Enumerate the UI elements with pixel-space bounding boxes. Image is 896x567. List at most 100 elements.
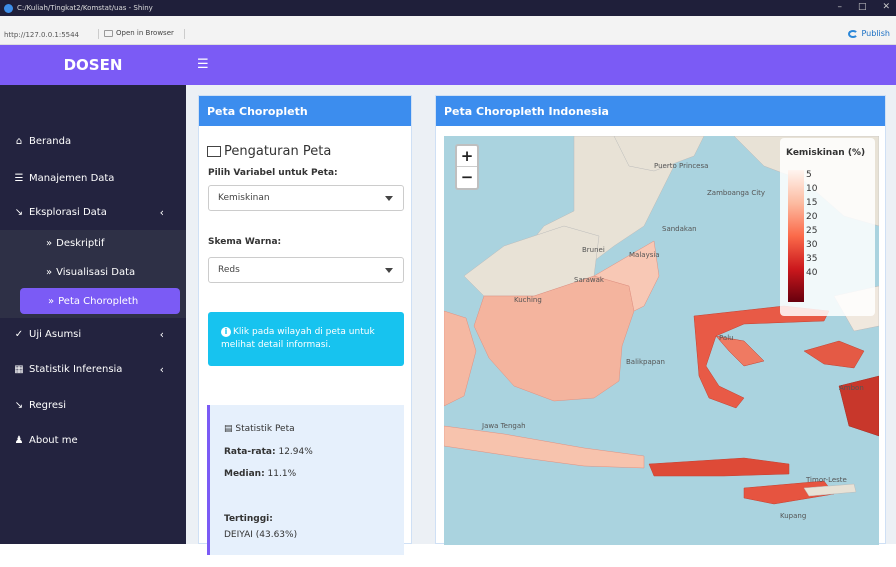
stats-max-label-text: Tertinggi: (224, 514, 273, 524)
publish-icon (848, 29, 859, 38)
stats-mean-value: 12.94% (278, 447, 313, 457)
stats-median-value: 11.1% (267, 469, 297, 479)
map-label: Ambon (839, 384, 864, 392)
sidebar-item-statistik-inferensia[interactable]: ▦ Statistik Inferensia ‹ (0, 355, 186, 383)
color-scheme-select-value: Reds (218, 265, 240, 275)
settings-panel-header: Peta Choropleth (199, 96, 411, 126)
toolbar-divider (98, 29, 99, 39)
double-chevron-right-icon: » (48, 295, 55, 307)
legend-gradient (788, 170, 804, 302)
map-label: Sarawak (574, 276, 604, 284)
info-alert: i Klik pada wilayah di peta untuk melihat… (208, 312, 404, 366)
sidebar-item-label: About me (29, 434, 78, 446)
map-panel: Peta Choropleth Indonesia Puerto Princes… (435, 95, 886, 545)
legend-title: Kemiskinan (%) (786, 148, 866, 158)
stats-mean: Rata-rata: 12.94% (224, 447, 313, 457)
legend-tick: 20 (806, 212, 818, 222)
variable-select[interactable]: Kemiskinan (208, 185, 404, 211)
sidebar-subitem-deskriptif[interactable]: » Deskriptif (0, 230, 186, 256)
choropleth-map[interactable]: Puerto Princesa Zamboanga City Sandakan … (444, 136, 879, 545)
map-label: Jawa Tengah (482, 422, 526, 430)
chart-line-icon: ↘ (14, 399, 24, 411)
legend-tick: 35 (806, 254, 818, 264)
map-statistics-box: ▤ Statistik Peta Rata-rata: 12.94% Media… (207, 405, 404, 555)
brand-logo[interactable]: DOSEN (0, 45, 186, 85)
person-icon: ♟ (14, 434, 24, 446)
sidebar: ⌂ Beranda ☰ Manajemen Data ↘ Eksplorasi … (0, 85, 186, 544)
region-maluku[interactable] (803, 340, 865, 369)
sidebar-item-eksplorasi-data[interactable]: ↘ Eksplorasi Data ‹ (0, 198, 186, 226)
map-label: Puerto Princesa (654, 162, 709, 170)
stats-median-label: Median: (224, 469, 265, 479)
sidebar-subitem-peta-choropleth[interactable]: » Peta Choropleth (20, 288, 180, 314)
settings-title: Pengaturan Peta (207, 144, 331, 159)
home-icon: ⌂ (15, 135, 23, 147)
stats-title-text: Statistik Peta (235, 424, 295, 434)
map-label: Brunei (582, 246, 605, 254)
app-header: ☰ (186, 45, 896, 85)
sidebar-item-about-me[interactable]: ♟ About me (0, 426, 186, 454)
region-sulawesi[interactable] (693, 305, 830, 409)
settings-panel: Peta Choropleth Pengaturan Peta Pilih Va… (198, 95, 412, 555)
map-icon (207, 146, 221, 157)
sidebar-subitem-label: Peta Choropleth (58, 295, 139, 307)
sidebar-item-regresi[interactable]: ↘ Regresi (0, 391, 186, 419)
info-text: Klik pada wilayah di peta untuk melihat … (221, 327, 375, 350)
close-icon[interactable]: ✕ (882, 2, 890, 12)
sidebar-item-beranda[interactable]: ⌂ Beranda (0, 127, 186, 155)
browser-icon (104, 29, 113, 37)
chevron-left-icon: ‹ (159, 327, 164, 341)
legend-tick: 40 (806, 268, 818, 278)
window-controls: – □ ✕ (837, 2, 890, 12)
open-in-browser-label: Open in Browser (116, 29, 174, 37)
maximize-icon[interactable]: □ (858, 2, 867, 12)
publish-button[interactable]: Publish (848, 29, 890, 38)
map-label: Timor-Leste (806, 476, 847, 484)
chevron-left-icon: ‹ (159, 362, 164, 376)
stats-max-value: DEIYAI (43.63%) (224, 530, 298, 540)
hamburger-menu-icon[interactable]: ☰ (197, 57, 209, 72)
map-panel-header: Peta Choropleth Indonesia (436, 96, 885, 126)
map-label: Zamboanga City (707, 189, 766, 197)
legend-tick: 30 (806, 240, 818, 250)
legend-tick: 10 (806, 184, 818, 194)
legend-tick: 5 (806, 170, 812, 180)
zoom-out-button[interactable]: − (457, 167, 477, 188)
zoom-control: + − (455, 144, 479, 190)
double-chevron-right-icon: » (46, 237, 53, 249)
toolbar-divider (184, 29, 185, 39)
color-scheme-select[interactable]: Reds (208, 257, 404, 283)
zoom-in-button[interactable]: + (457, 146, 477, 167)
sidebar-item-label: Eksplorasi Data (29, 206, 107, 218)
map-legend: Kemiskinan (%) 5 10 15 20 25 30 35 40 (780, 138, 875, 316)
sidebar-subitem-label: Visualisasi Data (56, 266, 136, 278)
caret-down-icon (385, 268, 393, 273)
variable-select-value: Kemiskinan (218, 193, 270, 203)
info-icon: i (221, 327, 231, 337)
sidebar-item-label: Manajemen Data (29, 172, 115, 184)
color-scheme-label: Skema Warna: (208, 237, 282, 247)
map-label: Malaysia (629, 251, 660, 259)
stats-title: ▤ Statistik Peta (224, 424, 295, 434)
minimize-icon[interactable]: – (837, 2, 842, 12)
sidebar-item-manajemen-data[interactable]: ☰ Manajemen Data (0, 164, 186, 192)
url-text: http://127.0.0.1:5544 (4, 31, 80, 39)
map-label: Sandakan (662, 225, 697, 233)
map-label: Kupang (780, 512, 807, 520)
chart-line-icon: ↘ (14, 206, 24, 218)
map-label: Kuching (514, 296, 542, 304)
viewer-toolbar: http://127.0.0.1:5544 Open in Browser Pu… (0, 16, 896, 45)
sidebar-subitem-visualisasi-data[interactable]: » Visualisasi Data (0, 259, 186, 285)
region-jawa[interactable] (444, 425, 645, 469)
stats-median: Median: 11.1% (224, 469, 296, 479)
stats-mean-label: Rata-rata: (224, 447, 276, 457)
region-sumatera[interactable] (444, 310, 477, 407)
region-nusa-tenggara[interactable] (648, 457, 790, 477)
map-label: Palu (719, 334, 734, 342)
legend-tick: 25 (806, 226, 818, 236)
sidebar-item-uji-asumsi[interactable]: ✓ Uji Asumsi ‹ (0, 320, 186, 348)
sidebar-item-label: Regresi (29, 399, 67, 411)
open-in-browser-button[interactable]: Open in Browser (104, 29, 174, 37)
database-icon: ☰ (14, 172, 24, 184)
sidebar-item-label: Uji Asumsi (29, 328, 82, 340)
